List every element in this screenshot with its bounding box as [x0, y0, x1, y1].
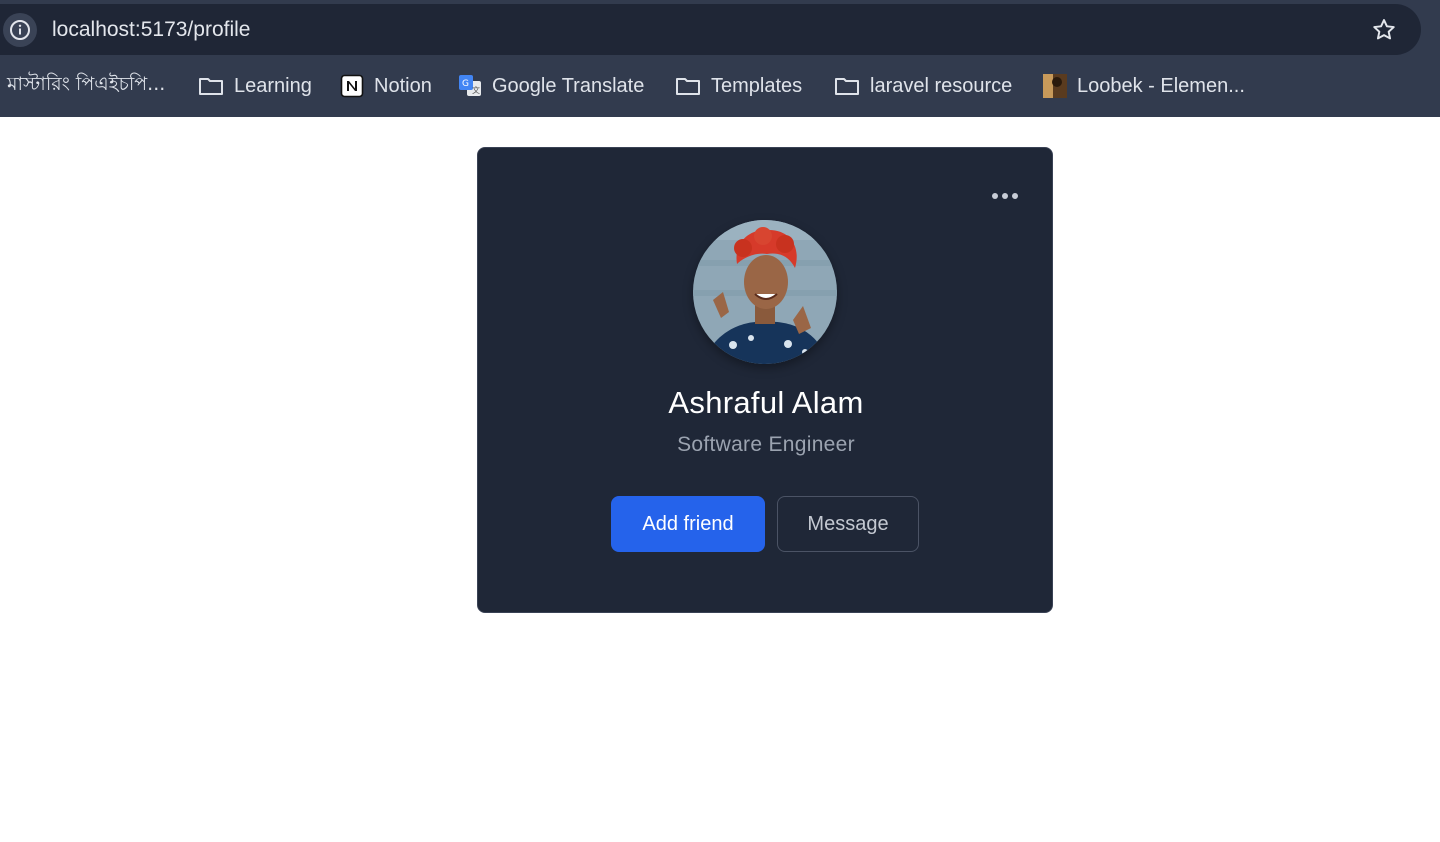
google-translate-icon: G 文 — [458, 74, 482, 98]
bookmark-item-google-translate[interactable]: G 文 Google Translate — [458, 66, 644, 106]
message-button[interactable]: Message — [777, 496, 919, 552]
bookmarks-bar: মাস্টারিং পিএইচপি... Learning Notion G 文… — [0, 66, 1440, 106]
profile-role: Software Engineer — [677, 433, 855, 456]
notion-icon — [340, 74, 364, 98]
folder-icon — [675, 75, 701, 97]
add-friend-button[interactable]: Add friend — [611, 496, 765, 552]
folder-icon — [834, 75, 860, 97]
bookmark-label: Templates — [711, 74, 803, 97]
avatar — [693, 220, 837, 364]
browser-chrome: localhost:5173/profile মাস্টারিং পিএইচপি… — [0, 0, 1440, 117]
svg-text:G: G — [462, 79, 469, 89]
bookmark-label: Google Translate — [492, 74, 645, 97]
address-bar[interactable]: localhost:5173/profile — [0, 4, 1421, 55]
bookmark-label: Learning — [234, 74, 312, 97]
url-text[interactable]: localhost:5173/profile — [52, 17, 250, 43]
profile-name: Ashraful Alam — [668, 385, 864, 420]
bookmark-item-notion[interactable]: Notion — [340, 66, 432, 106]
profile-card: Ashraful Alam Software Engineer Add frie… — [477, 147, 1053, 613]
bookmark-label: Loobek - Elemen... — [1077, 74, 1245, 97]
bookmark-label: laravel resource — [870, 74, 1013, 97]
site-favicon — [1043, 74, 1067, 98]
svg-text:文: 文 — [472, 85, 480, 95]
bookmark-label: মাস্টারিং পিএইচপি... — [7, 73, 166, 95]
site-info-icon[interactable] — [3, 13, 37, 47]
folder-icon — [198, 75, 224, 97]
bookmark-folder-templates[interactable]: Templates — [675, 66, 802, 106]
bookmark-item-loobek[interactable]: Loobek - Elemen... — [1043, 66, 1245, 106]
bookmark-item[interactable]: মাস্টারিং পিএইচপি... — [7, 66, 165, 106]
bookmark-label: Notion — [374, 74, 432, 97]
bookmark-star-icon[interactable] — [1370, 16, 1398, 44]
bookmark-folder-laravel-resource[interactable]: laravel resource — [834, 66, 1012, 106]
bookmark-folder-learning[interactable]: Learning — [198, 66, 312, 106]
more-options-icon[interactable] — [987, 184, 1023, 208]
